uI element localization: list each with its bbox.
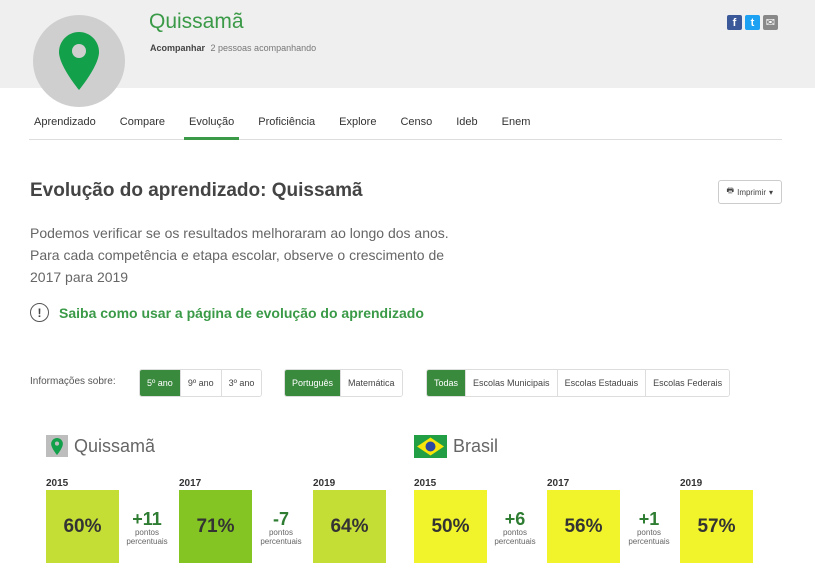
year-label: 2015 [414,478,437,489]
delta-unit: pontos percentuais [628,528,670,546]
subject-option-portugues[interactable]: Português [285,370,341,396]
subject-filter: Português Matemática [284,369,403,397]
printer-icon: 🖶 [726,186,735,195]
region-header-local: Quissamã [46,435,155,457]
follow-row: Acompanhar 2 pessoas acompanhando [150,43,316,53]
help-link[interactable]: ! Saiba como usar a página de evolução d… [30,303,424,322]
profile-header: Quissamã Acompanhar 2 pessoas acompanhan… [0,0,815,107]
delta-indicator: +1 pontos percentuais [619,510,679,546]
avatar [33,15,125,107]
delta-value: +1 [638,509,660,529]
delta-unit: pontos percentuais [126,528,168,546]
tab-ideb[interactable]: Ideb [451,108,482,140]
tab-proficiencia[interactable]: Proficiência [253,108,320,140]
tab-enem[interactable]: Enem [497,108,536,140]
grade-option-9[interactable]: 9º ano [179,370,221,396]
caret-down-icon: ▾ [768,187,773,197]
tab-censo[interactable]: Censo [395,108,437,140]
follow-button[interactable]: Acompanhar [150,43,205,53]
region-name: Brasil [453,436,499,456]
year-label: 2019 [313,478,336,489]
intro-text: Podemos verificar se os resultados melho… [30,225,449,285]
delta-value: -7 [272,509,289,529]
year-label: 2015 [46,478,69,489]
delta-value: +6 [504,509,526,529]
network-option-municipais[interactable]: Escolas Municipais [465,370,557,396]
page-title: Evolução do aprendizado: Quissamã [30,180,363,201]
delta-indicator: +6 pontos percentuais [485,510,545,546]
exclamation-icon: ! [30,303,49,322]
delta-indicator: +11 pontos percentuais [117,510,177,546]
grade-option-3[interactable]: 3º ano [220,370,262,396]
grade-filter: 5º ano 9º ano 3º ano [139,369,263,397]
network-option-federais[interactable]: Escolas Federais [645,370,730,396]
delta-unit: pontos percentuais [494,528,536,546]
city-title: Quissamã [149,10,244,33]
brazil-flag-icon [414,435,447,458]
region-header-brasil: Brasil [414,435,498,458]
delta-unit: pontos percentuais [260,528,302,546]
score-box: 71% [179,490,252,563]
tab-compare[interactable]: Compare [115,108,170,140]
delta-value: +11 [132,509,162,529]
tab-aprendizado[interactable]: Aprendizado [29,108,101,140]
pin-icon [46,435,68,457]
help-link-text: Saiba como usar a página de evolução do … [59,304,424,321]
year-label: 2017 [179,478,202,489]
filter-label: Informações sobre: [30,376,116,387]
score-box: 56% [547,490,620,563]
twitter-icon[interactable]: t [745,15,760,30]
tab-explore[interactable]: Explore [334,108,381,140]
print-button[interactable]: 🖶 Imprimir ▾ [717,180,782,204]
year-label: 2017 [547,478,570,489]
region-name: Quissamã [74,435,156,456]
subject-option-matematica[interactable]: Matemática [340,370,402,396]
mail-icon[interactable]: ✉ [763,15,778,30]
print-label: Imprimir [737,187,766,197]
social-share: f t ✉ [727,15,778,30]
grade-option-5[interactable]: 5º ano [140,370,180,396]
tab-bar: Aprendizado Compare Evolução Proficiênci… [29,108,782,140]
tab-evolucao[interactable]: Evolução [184,108,240,140]
score-box: 50% [414,490,487,563]
network-option-todas[interactable]: Todas [427,370,466,396]
facebook-icon[interactable]: f [727,15,742,30]
network-filter: Todas Escolas Municipais Escolas Estadua… [426,369,731,397]
score-box: 64% [313,490,386,563]
score-box: 60% [46,490,119,563]
delta-indicator: -7 pontos percentuais [251,510,311,546]
score-box: 57% [680,490,753,563]
map-pin-icon [59,32,99,90]
followers-count: 2 pessoas acompanhando [210,43,317,53]
year-label: 2019 [680,478,703,489]
network-option-estaduais[interactable]: Escolas Estaduais [556,370,646,396]
